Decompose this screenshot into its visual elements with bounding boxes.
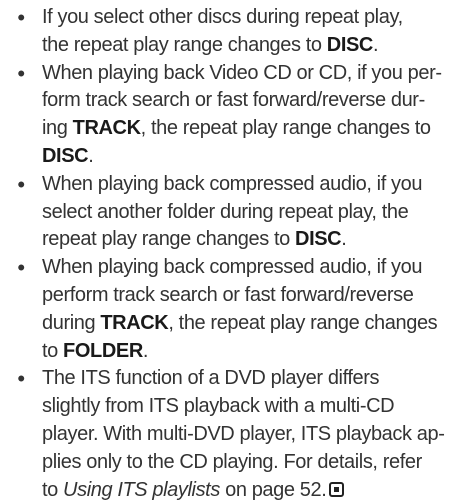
- text-run: during: [42, 311, 101, 334]
- note-line: the repeat play range changes to DISC.: [42, 32, 459, 60]
- text-run: form track search or fast forward/revers…: [42, 89, 425, 112]
- section-end-icon: [329, 481, 345, 497]
- text-run: player. With multi-DVD player, ITS playb…: [42, 422, 445, 445]
- bullet-icon: •: [17, 171, 25, 197]
- bullet-icon: •: [17, 255, 25, 281]
- text-run: .: [372, 33, 379, 56]
- note-line: form track search or fast forward/revers…: [42, 87, 459, 115]
- repeat-play-notes-list: • If you select other discs during repeat…: [0, 4, 459, 504]
- text-run: The ITS function of a DVD player differs: [42, 367, 380, 390]
- text-run: , the repeat play range changes to: [140, 117, 431, 140]
- text-run: When playing back compressed audio, if y…: [42, 256, 423, 279]
- text-run: on page 52.: [219, 478, 327, 501]
- note-item: • When playing back compressed audio, if …: [0, 254, 459, 365]
- note-line: The ITS function of a DVD player differs: [42, 365, 459, 393]
- note-line: If you select other discs during repeat …: [42, 4, 459, 32]
- text-run: , the repeat play range changes: [168, 311, 438, 334]
- keyword-text: DISC: [42, 144, 89, 167]
- bullet-icon: •: [17, 5, 25, 30]
- note-line: repeat play range changes to DISC.: [42, 226, 459, 254]
- bullet-icon: •: [17, 60, 25, 86]
- text-run: plies only to the CD playing. For detail…: [42, 450, 422, 473]
- keyword-text: TRACK: [100, 311, 169, 334]
- text-run: repeat play range changes to: [42, 228, 296, 251]
- note-line: When playing back Video CD or CD, if you…: [42, 60, 459, 88]
- note-line: player. With multi-DVD player, ITS playb…: [42, 421, 459, 449]
- note-line: slightly from ITS playback with a multi-…: [42, 393, 459, 421]
- note-item: • When playing back Video CD or CD, if yo…: [0, 60, 459, 171]
- text-run: perform track search or fast forward/rev…: [42, 283, 414, 306]
- note-line: during TRACK, the repeat play range chan…: [42, 310, 459, 338]
- note-line: perform track search or fast forward/rev…: [42, 282, 459, 310]
- text-run: .: [88, 144, 94, 167]
- cross-reference-text: Using ITS playlists: [63, 478, 220, 501]
- note-line: ing TRACK, the repeat play range changes…: [42, 115, 459, 143]
- text-run: If you select other discs during repeat …: [42, 6, 403, 28]
- text-run: .: [142, 339, 149, 362]
- note-item: • If you select other discs during repeat…: [0, 4, 459, 60]
- text-run: ing: [42, 117, 73, 140]
- text-run: .: [341, 228, 347, 251]
- note-line: plies only to the CD playing. For detail…: [42, 449, 459, 477]
- text-run: slightly from ITS playback with a multi-…: [42, 395, 395, 418]
- note-line: to Using ITS playlists on page 52.: [42, 477, 459, 504]
- text-run: the repeat play range changes to: [42, 33, 327, 56]
- note-line: When playing back compressed audio, if y…: [42, 254, 459, 282]
- note-line: select another folder during repeat play…: [42, 199, 459, 227]
- text-run: When playing back compressed audio, if y…: [42, 172, 423, 195]
- text-run: to: [42, 339, 64, 362]
- keyword-text: DISC: [295, 228, 342, 251]
- note-line: DISC.: [42, 143, 459, 171]
- text-run: When playing back Video CD or CD, if you…: [42, 61, 442, 84]
- keyword-text: TRACK: [72, 117, 141, 140]
- note-item: • When playing back compressed audio, if …: [0, 171, 459, 254]
- note-line: to FOLDER.: [42, 338, 459, 366]
- keyword-text: FOLDER: [63, 339, 143, 362]
- note-item: • The ITS function of a DVD player differ…: [0, 365, 459, 504]
- keyword-text: DISC: [326, 33, 374, 56]
- bullet-icon: •: [17, 366, 25, 392]
- note-line: When playing back compressed audio, if y…: [42, 171, 459, 199]
- text-run: to: [42, 478, 64, 501]
- text-run: select another folder during repeat play…: [42, 200, 409, 223]
- manual-page-excerpt: • If you select other discs during repeat…: [0, 0, 459, 501]
